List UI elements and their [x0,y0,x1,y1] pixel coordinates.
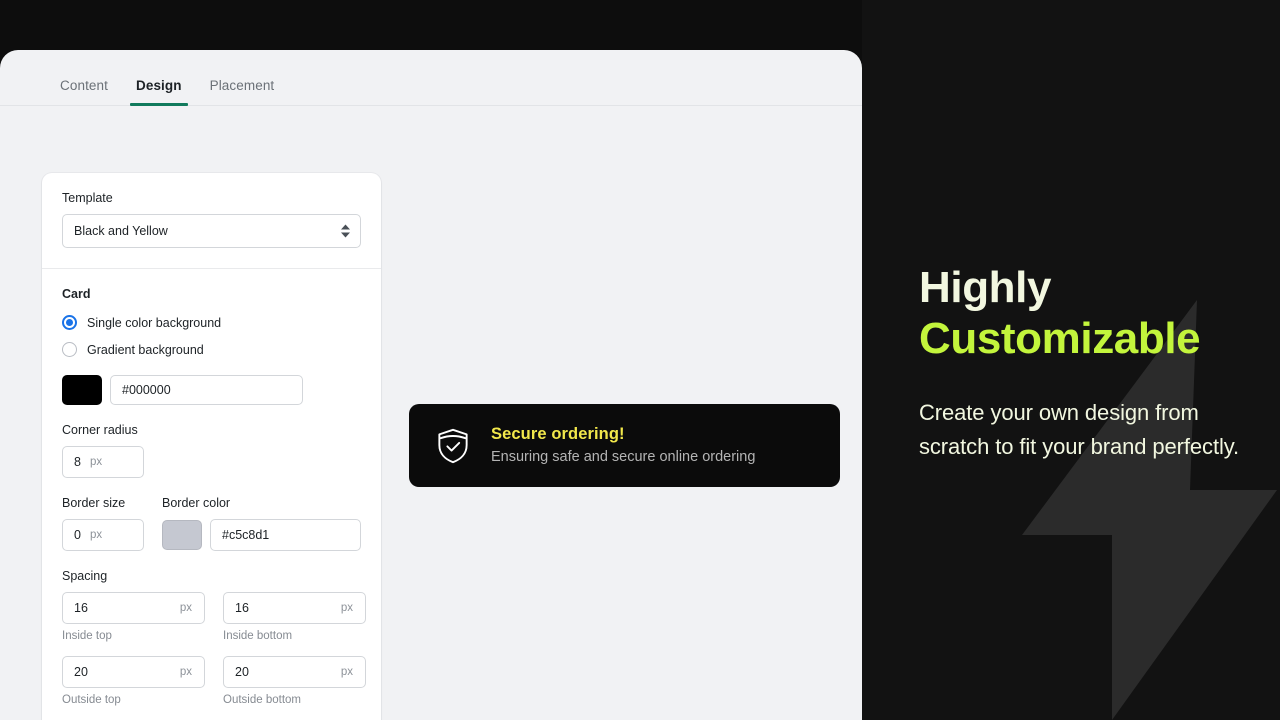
shield-check-icon [433,426,473,466]
border-color-label: Border color [162,496,231,510]
border-group: Border size 0 px Border color #c5c8d1 [62,496,361,551]
border-size-group: Border size 0 px [62,496,144,551]
tab-content-label: Content [60,77,108,93]
spacing-title: Spacing [62,569,108,583]
inside-bottom-input[interactable]: 16 px [223,592,366,624]
corner-radius-input[interactable]: 8 px [62,446,144,478]
outside-top-group: 20 px Outside top [62,656,205,706]
inside-bottom-caption: Inside bottom [223,630,293,642]
card-section-title: Card [62,287,91,301]
outside-top-value: 20 [74,665,88,679]
border-color-input[interactable]: #c5c8d1 [210,519,361,551]
preview-title: Secure ordering! [491,425,625,443]
border-color-swatch[interactable] [162,520,202,550]
tab-placement[interactable]: Placement [196,77,289,106]
inside-bottom-group: 16 px Inside bottom [223,592,366,642]
screen-root: Content Design Placement Template Black … [0,0,1280,720]
promo-heading-line2: Customizable [919,314,1201,364]
background-color-value: #000000 [122,383,171,397]
inside-bottom-unit: px [340,602,353,614]
outside-bottom-caption: Outside bottom [223,694,301,706]
preview-pane: Secure ordering! Ensuring safe and secur… [381,106,862,720]
promo-content: Highly Customizable Create your own desi… [919,262,1259,463]
spacing-row-outside: 20 px Outside top 20 px Outside bottom [62,656,366,706]
inside-top-caption: Inside top [62,630,112,642]
promo-body-text: Create your own design from scratch to f… [919,400,1240,459]
outside-bottom-input[interactable]: 20 px [223,656,366,688]
border-size-label: Border size [62,496,126,510]
template-label: Template [62,191,113,205]
radio-single-color-label: Single color background [87,315,222,330]
radio-single-color-indicator [62,315,77,330]
border-color-group: Border color #c5c8d1 [162,496,361,551]
radio-single-color-background[interactable]: Single color background [62,315,361,330]
tab-bar: Content Design Placement [0,50,862,106]
outside-top-input[interactable]: 20 px [62,656,205,688]
template-section: Template Black and Yellow [42,173,381,268]
app-window: Content Design Placement Template Black … [0,50,862,720]
corner-radius-label: Corner radius [62,423,138,437]
radio-gradient-indicator [62,342,77,357]
spacing-group: Spacing 16 px Inside top 16 px Inside bo… [62,569,366,706]
border-size-value: 0 [74,528,81,542]
template-select-wrap: Black and Yellow [62,214,361,248]
promo-heading: Highly Customizable [919,262,1259,364]
inside-top-group: 16 px Inside top [62,592,205,642]
border-size-input[interactable]: 0 px [62,519,144,551]
inside-bottom-value: 16 [235,601,249,615]
preview-card[interactable]: Secure ordering! Ensuring safe and secur… [409,404,840,488]
inside-top-input[interactable]: 16 px [62,592,205,624]
inside-top-unit: px [179,602,192,614]
background-color-swatch[interactable] [62,375,102,405]
outside-bottom-group: 20 px Outside bottom [223,656,366,706]
outside-top-caption: Outside top [62,694,121,706]
border-color-row: #c5c8d1 [162,519,361,551]
border-size-unit: px [89,529,103,541]
outside-bottom-value: 20 [235,665,249,679]
corner-radius-value: 8 [74,455,81,469]
corner-radius-unit: px [89,456,103,468]
radio-gradient-label: Gradient background [87,342,204,357]
tab-content[interactable]: Content [46,77,122,106]
design-settings-card: Template Black and Yellow Card Single co… [42,173,381,720]
outside-bottom-unit: px [340,666,353,678]
spacing-row-inside: 16 px Inside top 16 px Inside bottom [62,592,366,642]
border-color-value: #c5c8d1 [222,528,270,542]
preview-text-block: Secure ordering! Ensuring safe and secur… [491,424,755,467]
radio-gradient-background[interactable]: Gradient background [62,342,361,357]
template-select[interactable]: Black and Yellow [62,214,361,248]
promo-panel: Highly Customizable Create your own desi… [862,0,1280,720]
card-section: Card Single color background Gradient ba… [42,268,381,720]
tab-design-label: Design [135,77,182,93]
corner-radius-group: Corner radius 8 px [62,423,361,478]
inside-top-value: 16 [74,601,88,615]
template-select-value: Black and Yellow [74,224,168,238]
preview-subtitle: Ensuring safe and secure online ordering [491,448,756,465]
tab-placement-label: Placement [209,77,275,93]
tab-design[interactable]: Design [122,77,196,106]
promo-heading-line1: Highly [919,263,1052,312]
background-color-input[interactable]: #000000 [110,375,303,405]
outside-top-unit: px [179,666,192,678]
background-color-row: #000000 [62,375,361,405]
